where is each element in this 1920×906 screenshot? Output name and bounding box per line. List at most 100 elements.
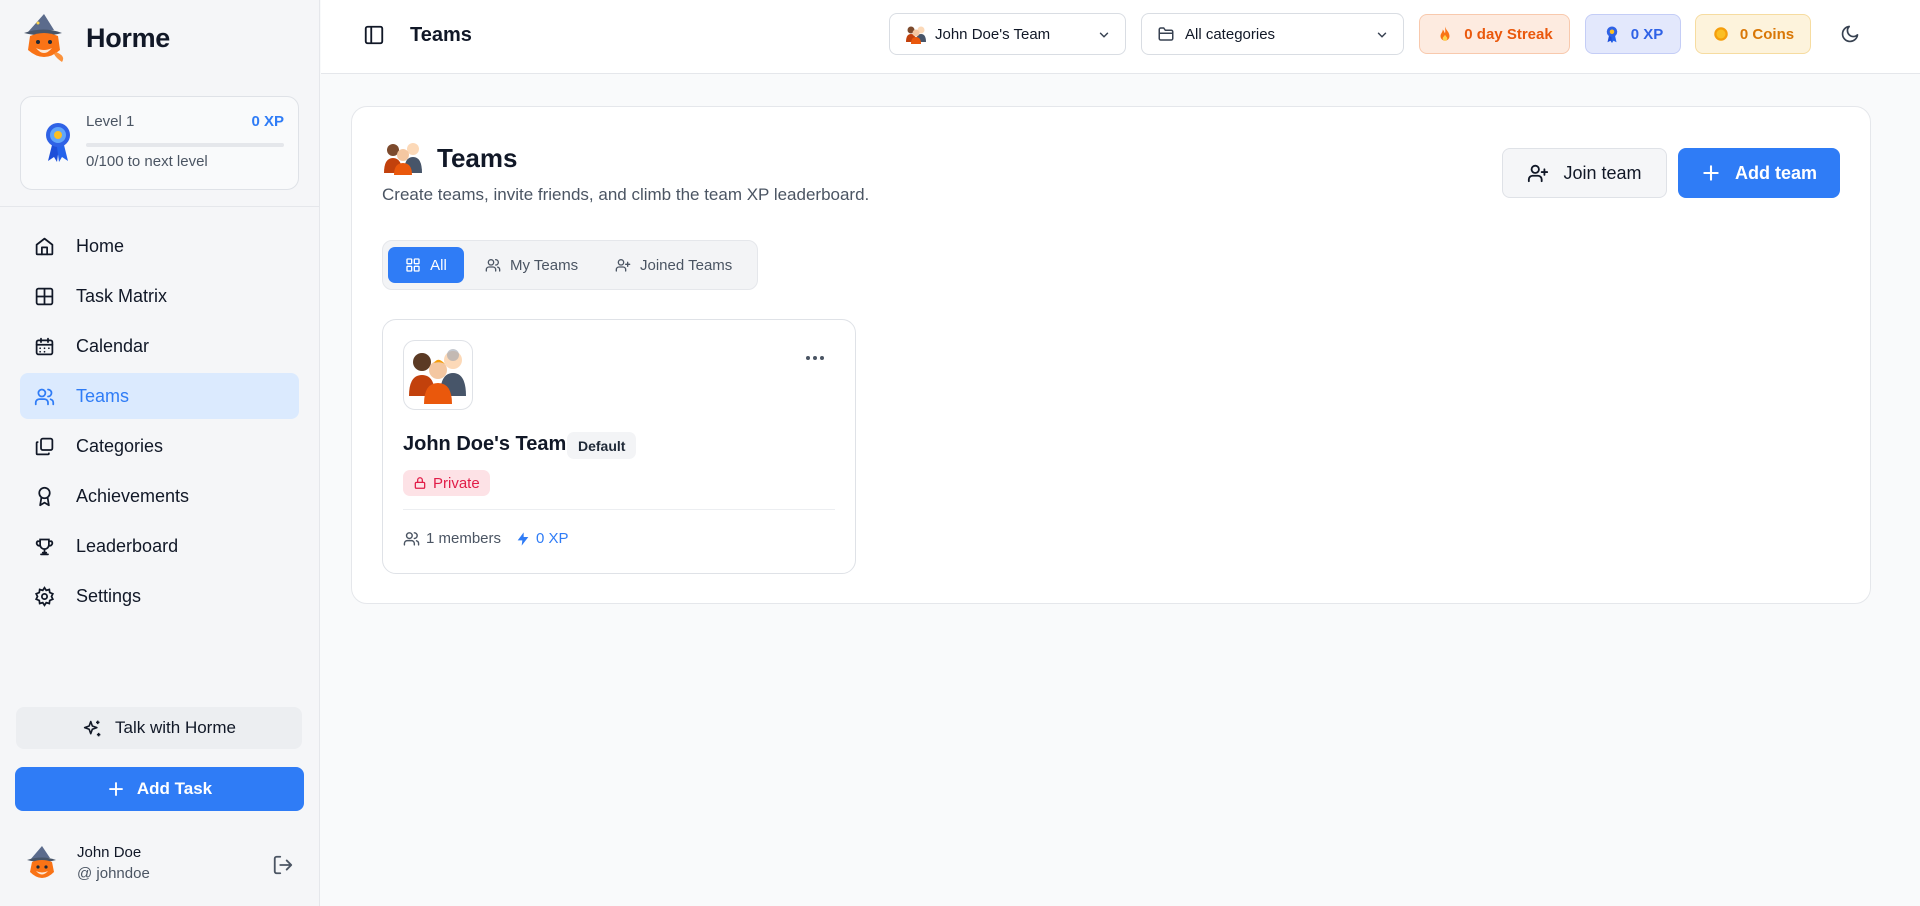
tab-my-teams[interactable]: My Teams (475, 247, 588, 283)
avatar[interactable] (24, 844, 60, 884)
sidebar-item-label: Categories (76, 435, 164, 456)
user-handle: @ johndoe (77, 865, 150, 882)
grid-icon (406, 258, 420, 272)
more-options-icon[interactable] (803, 348, 827, 368)
level-xp: 0 XP (251, 113, 284, 130)
plus-icon (108, 782, 123, 796)
talk-with-horme-button[interactable]: Talk with Horme (16, 707, 302, 749)
team-emoji-icon (409, 349, 466, 404)
category-select-value: All categories (1185, 25, 1276, 43)
lightning-icon (517, 531, 529, 546)
category-select[interactable]: All categories (1141, 13, 1404, 55)
add-team-label: Add team (1734, 162, 1817, 183)
team-name: John Doe's Team (403, 433, 567, 455)
coins-badge[interactable]: 0 Coins (1695, 14, 1811, 54)
sidebar-item-label: Achievements (76, 485, 190, 506)
level-card: Level 1 0 XP 0/100 to next level (20, 96, 299, 190)
team-select[interactable]: John Doe's Team (889, 13, 1126, 55)
teams-panel: Teams Create teams, invite friends, and … (351, 106, 1871, 604)
chevron-down-icon (1377, 32, 1387, 38)
page-subtitle: Create teams, invite friends, and climb … (382, 185, 870, 204)
streak-label: 0 day Streak (1464, 25, 1553, 43)
sidebar-item-label: Teams (76, 385, 130, 406)
award-icon (38, 486, 51, 506)
user-name: John Doe (77, 844, 142, 861)
moon-icon[interactable] (1840, 24, 1860, 44)
plus-icon (1703, 165, 1719, 181)
team-xp: 0 XP (515, 530, 569, 547)
top-bar-title: Teams (410, 24, 472, 46)
lock-icon (414, 477, 426, 489)
sidebar-item-label: Task Matrix (76, 285, 168, 306)
brand[interactable]: Horme (20, 12, 170, 64)
xp-label: 0 XP (1630, 25, 1664, 43)
talk-with-horme-label: Talk with Horme (115, 718, 236, 737)
users-icon (403, 532, 420, 546)
coins-label: 0 Coins (1739, 25, 1795, 43)
streak-badge[interactable]: 0 day Streak (1419, 14, 1570, 54)
team-emoji-icon (384, 143, 422, 175)
folder-icon (1158, 27, 1174, 41)
card-divider (403, 509, 835, 510)
grid-icon (35, 287, 54, 305)
fire-icon (1440, 26, 1450, 41)
brand-name: Horme (86, 22, 171, 53)
sidebar-item-task-matrix[interactable]: Task Matrix (20, 273, 299, 319)
team-card[interactable]: John Doe's Team Default Private 1 member… (382, 319, 856, 574)
level-next: 0/100 to next level (86, 153, 208, 170)
privacy-label: Private (433, 474, 480, 492)
join-team-button[interactable]: Join team (1502, 148, 1667, 198)
team-members-label: 1 members (426, 530, 502, 547)
sidebar-item-calendar[interactable]: Calendar (20, 323, 299, 369)
wizard-fox-logo-icon (24, 14, 64, 62)
add-task-label: Add Task (136, 779, 213, 798)
tab-joined-teams[interactable]: Joined Teams (605, 247, 742, 283)
team-avatar (403, 340, 473, 410)
sidebar-nav: Home Task Matrix Calendar Teams Categori… (20, 223, 299, 623)
sidebar-item-categories[interactable]: Categories (20, 423, 299, 469)
team-filter-tabs: All My Teams Joined Teams (382, 240, 758, 290)
top-bar: Teams John Doe's Team All categories 0 d… (321, 0, 1920, 74)
level-progress-bar (86, 143, 284, 147)
add-task-button[interactable]: Add Task (15, 767, 304, 811)
sidebar-item-achievements[interactable]: Achievements (20, 473, 299, 519)
logout-icon[interactable] (272, 854, 294, 876)
tab-my-teams-label: My Teams (510, 256, 579, 274)
user-plus-icon (615, 259, 631, 272)
sidebar-item-label: Leaderboard (76, 535, 179, 556)
sidebar: Horme Level 1 0 XP 0/100 to next level H… (0, 0, 320, 906)
team-select-value: John Doe's Team (935, 25, 1051, 43)
user-plus-icon (1528, 164, 1549, 183)
gear-icon (34, 585, 55, 607)
team-xp-label: 0 XP (536, 530, 569, 547)
privacy-badge: Private (403, 470, 490, 496)
sidebar-item-home[interactable]: Home (20, 223, 299, 269)
layers-icon (35, 437, 54, 455)
coin-icon (1714, 27, 1728, 41)
sidebar-item-settings[interactable]: Settings (20, 573, 299, 619)
ribbon-badge-icon (1606, 26, 1617, 43)
users-icon (34, 388, 55, 405)
sidebar-item-label: Settings (76, 585, 142, 606)
calendar-icon (35, 337, 54, 355)
page-title: Teams (437, 143, 518, 173)
sidebar-toggle-icon[interactable] (363, 24, 385, 46)
chevron-down-icon (1099, 32, 1109, 38)
sidebar-item-leaderboard[interactable]: Leaderboard (20, 523, 299, 569)
level-label: Level 1 (86, 113, 135, 130)
users-icon (485, 259, 501, 272)
sidebar-divider (0, 206, 320, 207)
sidebar-item-teams[interactable]: Teams (20, 373, 299, 419)
add-team-button[interactable]: Add team (1678, 148, 1840, 198)
home-icon (35, 237, 54, 255)
join-team-label: Join team (1563, 162, 1642, 183)
team-emoji-icon (906, 26, 926, 44)
ribbon-badge-icon (46, 123, 70, 162)
sidebar-item-label: Calendar (76, 335, 150, 356)
tab-all[interactable]: All (388, 247, 464, 283)
team-members: 1 members (403, 530, 501, 547)
tab-joined-teams-label: Joined Teams (640, 256, 733, 274)
xp-badge[interactable]: 0 XP (1585, 14, 1681, 54)
tab-all-label: All (430, 256, 447, 274)
sidebar-item-label: Home (76, 235, 125, 256)
